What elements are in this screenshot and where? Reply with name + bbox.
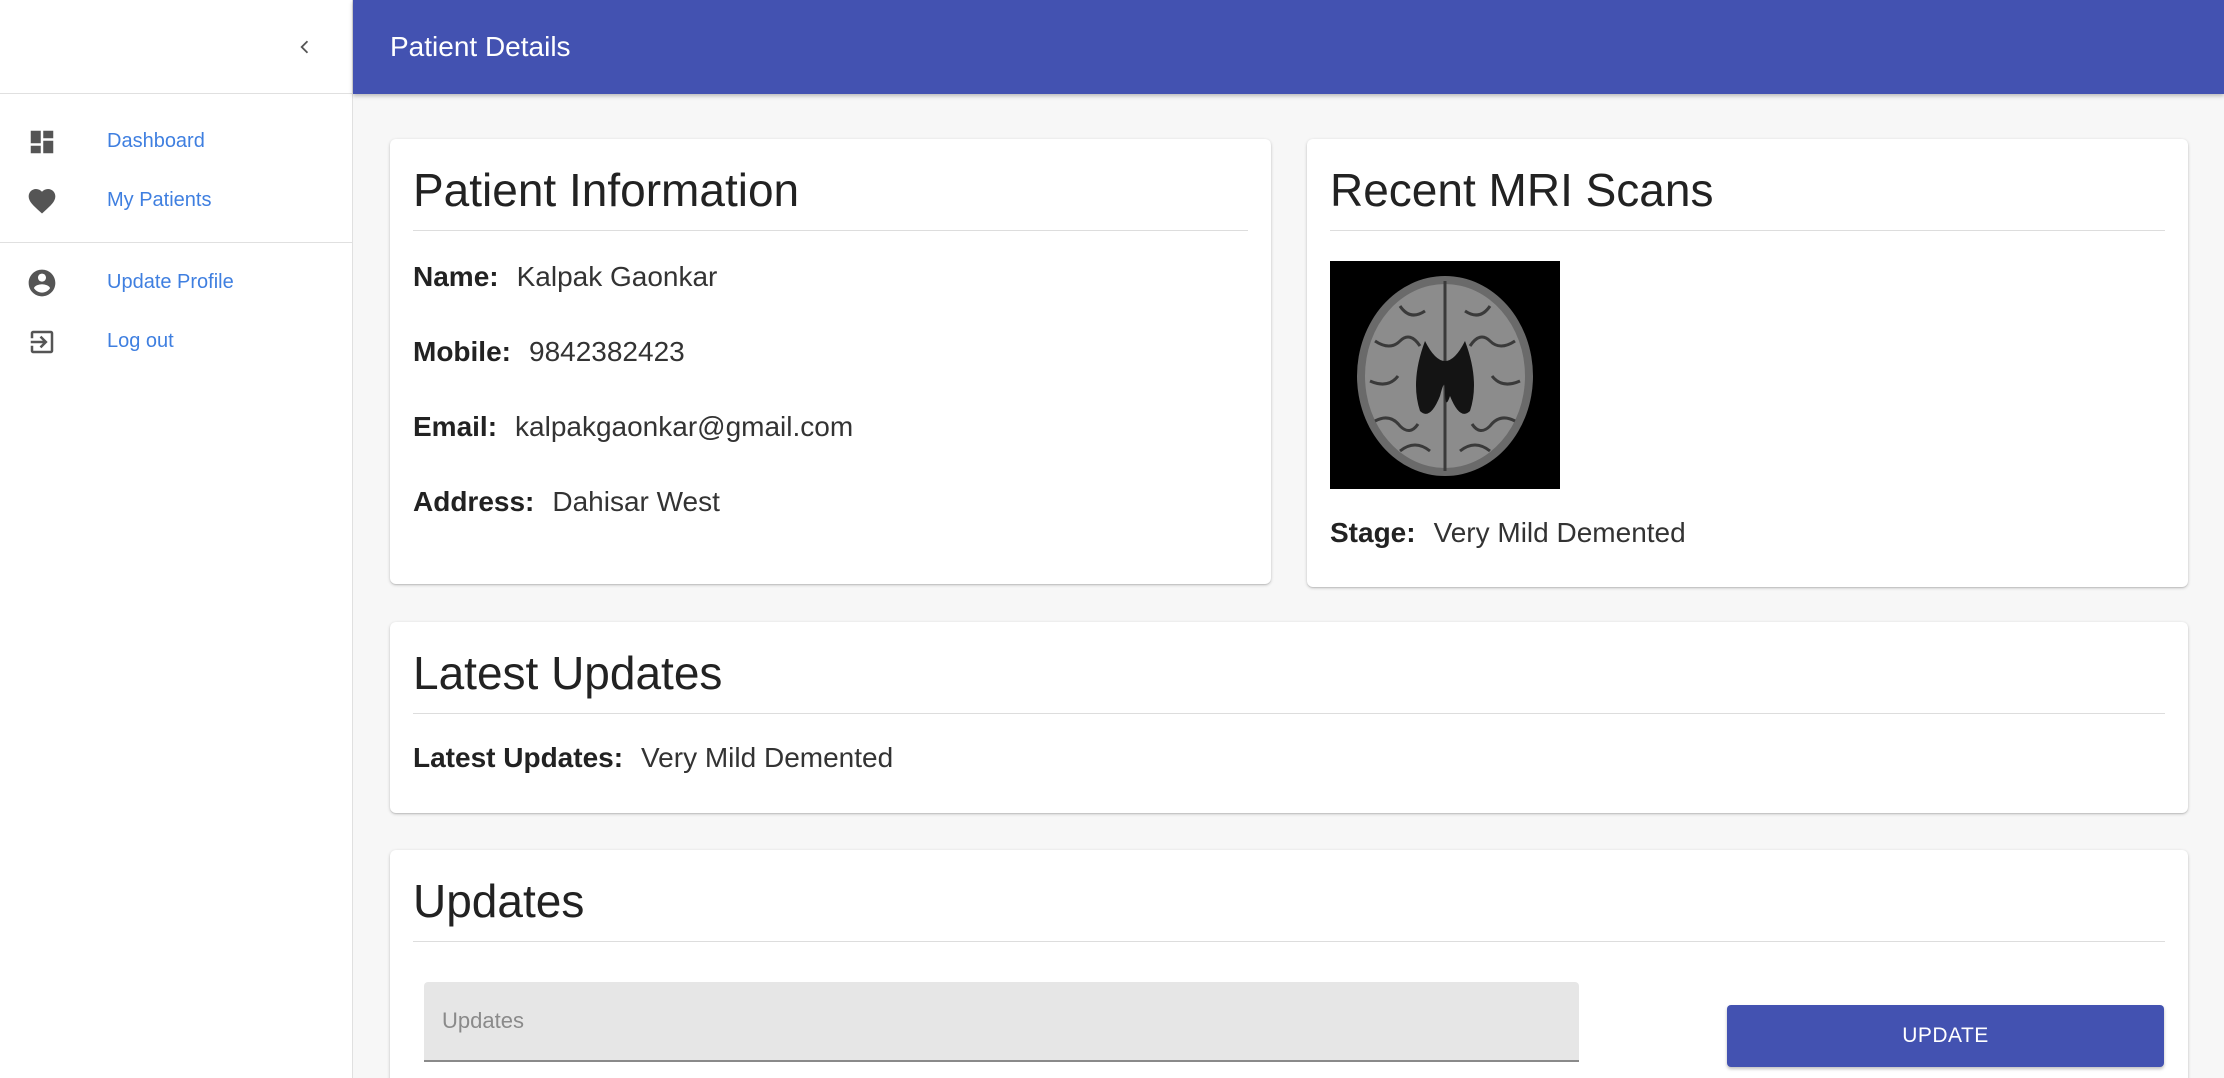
mri-stage-row: Stage: Very Mild Demented [1330,509,2165,556]
card-title: Updates [413,850,2165,942]
sidebar-item-my-patients[interactable]: My Patients [0,171,352,230]
patient-email: kalpakgaonkar@gmail.com [515,411,854,442]
mri-scan-image[interactable] [1330,261,1560,489]
sidebar-header [0,0,352,94]
chevron-left-icon [300,40,309,54]
field-label: Name: [413,261,499,292]
latest-updates-card: Latest Updates Latest Updates: Very Mild … [390,622,2188,813]
patient-name: Kalpak Gaonkar [516,261,718,292]
field-label: Latest Updates: [413,742,624,773]
mri-stage-value: Very Mild Demented [1433,517,1686,548]
patient-address: Dahisar West [552,486,720,517]
sidebar: Dashboard My Patients Update Profile Log… [0,0,353,1078]
card-title: Recent MRI Scans [1330,139,2165,231]
sidebar-item-update-profile[interactable]: Update Profile [0,253,352,312]
sidebar-item-label: Update Profile [107,271,234,293]
updates-card: Updates UPDATE [390,850,2188,1078]
latest-updates-value: Very Mild Demented [641,742,894,773]
account-circle-icon [26,267,58,299]
patient-address-row: Address: Dahisar West [413,478,1248,525]
card-title: Latest Updates [413,622,2165,714]
dashboard-icon [26,126,58,158]
logout-icon [26,326,58,358]
patient-mobile: 9842382423 [529,336,685,367]
sidebar-item-label: Dashboard [107,130,205,152]
recent-mri-scans-card: Recent MRI Scans Stage: Very Mild Demente… [1307,139,2188,587]
sidebar-item-label: Log out [107,330,174,352]
collapse-sidebar-button[interactable] [286,28,324,66]
latest-updates-row: Latest Updates: Very Mild Demented [413,734,2165,781]
card-title: Patient Information [413,139,1248,231]
patient-information-card: Patient Information Name: Kalpak Gaonkar … [390,139,1271,584]
sidebar-item-dashboard[interactable]: Dashboard [0,112,352,171]
heart-icon [26,185,58,217]
nav-group-main: Dashboard My Patients [0,94,352,243]
field-label: Stage: [1330,517,1416,548]
sidebar-item-label: My Patients [107,189,212,211]
update-button[interactable]: UPDATE [1727,1005,2164,1067]
sidebar-item-log-out[interactable]: Log out [0,312,352,371]
patient-email-row: Email: kalpakgaonkar@gmail.com [413,403,1248,450]
updates-input[interactable] [424,982,1579,1062]
field-label: Email: [413,411,498,442]
field-label: Address: [413,486,535,517]
patient-name-row: Name: Kalpak Gaonkar [413,253,1248,300]
nav-group-account: Update Profile Log out [0,243,352,381]
page-title: Patient Details [390,31,571,62]
field-label: Mobile: [413,336,511,367]
app-bar: Patient Details [353,0,2224,94]
patient-mobile-row: Mobile: 9842382423 [413,328,1248,375]
